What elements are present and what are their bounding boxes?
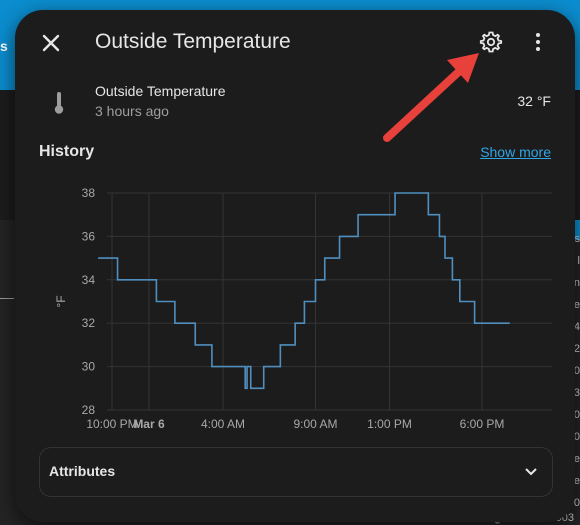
y-tick-label: 32 bbox=[82, 316, 96, 330]
entity-name: Outside Temperature bbox=[95, 83, 226, 99]
gear-icon bbox=[479, 31, 503, 53]
close-button[interactable] bbox=[37, 29, 65, 57]
thermometer-icon bbox=[51, 90, 67, 116]
entity-last-changed: 3 hours ago bbox=[95, 103, 169, 119]
series-line bbox=[98, 192, 510, 390]
history-chart: 28 30 32 34 36 38 10:00 PMMar 6 4:00 AM 9:00 AM 1… bbox=[54, 186, 552, 431]
more-vertical-icon bbox=[536, 33, 540, 51]
x-tick-label: Mar 6 bbox=[133, 417, 165, 431]
chevron-down-icon bbox=[525, 468, 537, 476]
more-options-button[interactable] bbox=[530, 29, 546, 55]
background-divider bbox=[0, 298, 14, 299]
attributes-label: Attributes bbox=[49, 463, 116, 479]
attributes-expander[interactable]: Attributes bbox=[39, 447, 553, 497]
y-tick-label: 30 bbox=[82, 360, 96, 374]
y-tick-label: 38 bbox=[82, 186, 96, 200]
y-axis-label: °F bbox=[54, 295, 68, 307]
show-more-link[interactable]: Show more bbox=[480, 144, 551, 160]
x-tick-label: 10:00 PM bbox=[86, 417, 137, 431]
x-tick-label: 1:00 PM bbox=[367, 417, 412, 431]
y-tick-label: 34 bbox=[82, 273, 96, 287]
dialog-title: Outside Temperature bbox=[95, 30, 291, 53]
background-header-text: s bbox=[0, 38, 8, 54]
more-info-dialog: Outside Temperature Outside Temperature … bbox=[15, 10, 575, 522]
y-tick-label: 28 bbox=[82, 403, 96, 417]
x-tick-label: 4:00 AM bbox=[201, 417, 245, 431]
x-tick-label: 6:00 PM bbox=[460, 417, 505, 431]
entity-state-value: 32 °F bbox=[517, 93, 551, 109]
settings-button[interactable] bbox=[478, 29, 504, 55]
y-tick-label: 36 bbox=[82, 229, 96, 243]
history-heading: History bbox=[39, 143, 95, 160]
x-tick-label: 9:00 AM bbox=[293, 417, 337, 431]
close-icon bbox=[42, 34, 60, 52]
